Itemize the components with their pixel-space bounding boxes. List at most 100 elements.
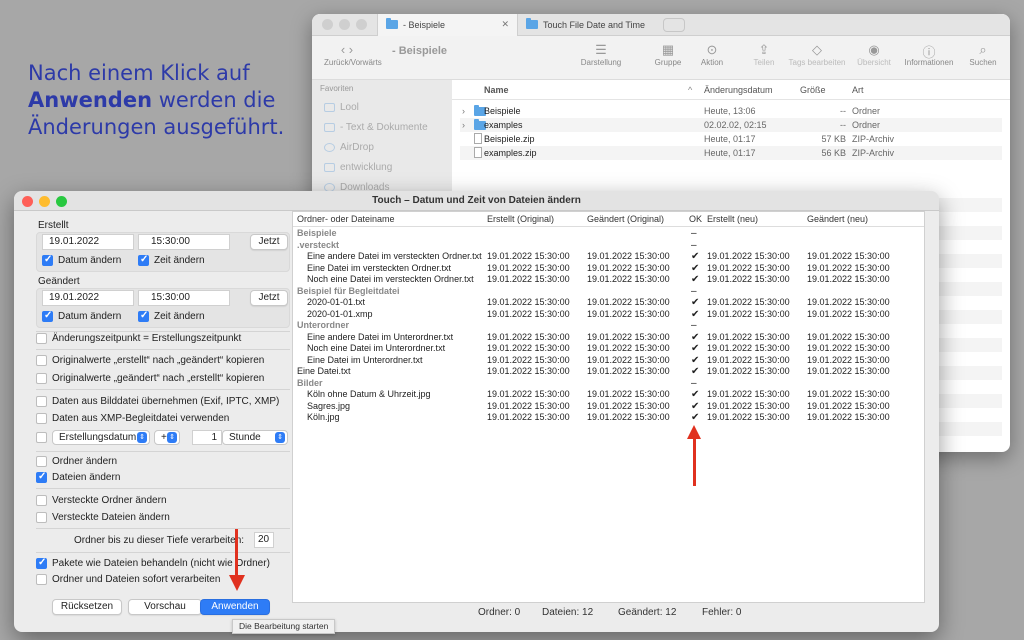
cell-modified-new: 19.01.2022 15:30:00 (807, 354, 890, 365)
share-button[interactable]: ⇪ Teilen (746, 42, 782, 67)
table-group-row[interactable]: .versteckt – (293, 240, 924, 252)
column-date[interactable]: Änderungsdatum (704, 85, 773, 95)
created-time-checkbox[interactable]: Zeit ändern (138, 254, 205, 266)
tab-beispiele[interactable]: - Beispiele ✕ (377, 14, 517, 36)
folders-checkbox[interactable]: Ordner ändern (36, 456, 117, 467)
offset-unit-popup[interactable]: Stunde ⇕ (222, 430, 288, 445)
cell-created-new: 19.01.2022 15:30:00 (707, 400, 790, 411)
table-row[interactable]: 2020-01-01.xmp 19.01.2022 15:30:00 19.01.2… (293, 309, 924, 321)
table-row[interactable]: Eine andere Datei im Unterordner.txt 19.0… (293, 332, 924, 344)
info-button[interactable]: ⓘ Informationen (900, 42, 958, 67)
file-date: 02.02.02, 02:15 (704, 120, 767, 130)
zoom-button[interactable] (356, 19, 367, 30)
created-date-checkbox[interactable]: Datum ändern (42, 254, 121, 266)
copy-created-checkbox[interactable]: Originalwerte „erstellt“ nach „geändert“… (36, 355, 264, 366)
close-tab-icon[interactable]: ✕ (501, 19, 509, 30)
disclosure-chevron-icon[interactable]: › (462, 120, 465, 130)
immediate-checkbox[interactable]: Ordner und Dateien sofort verarbeiten (36, 574, 220, 585)
table-group-row[interactable]: Unterordner – (293, 320, 924, 332)
modified-time-checkbox[interactable]: Zeit ändern (138, 310, 205, 322)
modified-date-field[interactable]: 19.01.2022 (42, 290, 134, 306)
sidebar-item-documents[interactable]: - Text & Dokumente (320, 117, 444, 137)
checkbox-label: Daten aus XMP-Begleitdatei verwenden (52, 413, 230, 424)
table-row[interactable]: Köln.jpg 19.01.2022 15:30:00 19.01.2022 15… (293, 412, 924, 424)
column-ok[interactable]: OK (689, 214, 702, 224)
table-row[interactable]: Noch eine Datei im versteckten Ordner.tx… (293, 274, 924, 286)
disclosure-chevron-icon[interactable]: › (462, 106, 465, 116)
table-row[interactable]: Eine Datei.txt 19.01.2022 15:30:00 19.01.2… (293, 366, 924, 378)
sidebar-item-local[interactable]: Lool (320, 97, 444, 117)
tab-label: - Beispiele (403, 19, 446, 30)
action-button[interactable]: ⊙ Aktion (694, 42, 730, 67)
table-group-row[interactable]: Beispiel für Begleitdatei – (293, 286, 924, 298)
offset-value-field[interactable]: 1 (192, 430, 222, 445)
column-modified-new[interactable]: Geändert (neu) (807, 214, 868, 224)
column-modified-original[interactable]: Geändert (Original) (587, 214, 664, 224)
tab-touch[interactable]: Touch File Date and Time (517, 14, 657, 36)
table-row[interactable]: Eine andere Datei im versteckten Ordner.… (293, 251, 924, 263)
files-checkbox[interactable]: Dateien ändern (36, 471, 120, 483)
column-created-new[interactable]: Erstellt (neu) (707, 214, 758, 224)
column-created-original[interactable]: Erstellt (Original) (487, 214, 554, 224)
exif-checkbox[interactable]: Daten aus Bilddatei übernehmen (Exif, IP… (36, 396, 279, 407)
modified-now-button[interactable]: Jetzt (250, 290, 288, 306)
column-size[interactable]: Größe (800, 85, 826, 95)
apply-button[interactable]: Anwenden (200, 599, 270, 615)
table-row[interactable]: Eine Datei im versteckten Ordner.txt 19.0… (293, 263, 924, 275)
headline-bold: Anwenden (28, 88, 153, 112)
created-time-field[interactable]: 15:30:00 (138, 234, 230, 250)
checkbox-icon (36, 456, 47, 467)
created-now-button[interactable]: Jetzt (250, 234, 288, 250)
sidebar-item-entwicklung[interactable]: entwicklung (320, 157, 444, 177)
offset-checkbox[interactable] (36, 432, 47, 443)
mod-eq-created-checkbox[interactable]: Änderungszeitpunkt = Erstellungszeitpunk… (36, 333, 241, 344)
minimize-button[interactable] (39, 196, 50, 207)
created-date-field[interactable]: 19.01.2022 (42, 234, 134, 250)
xmp-checkbox[interactable]: Daten aus XMP-Begleitdatei verwenden (36, 413, 229, 424)
zoom-button[interactable] (56, 196, 67, 207)
minimize-button[interactable] (339, 19, 350, 30)
table-group-row[interactable]: Beispiele – (293, 228, 924, 240)
offset-sign-popup[interactable]: + ⇕ (154, 430, 180, 445)
finder-row[interactable]: › examples 02.02.02, 02:15 -- Ordner (460, 118, 1002, 132)
close-button[interactable] (322, 19, 333, 30)
finder-tabbar: - Beispiele ✕ Touch File Date and Time (312, 14, 1010, 36)
modified-date-checkbox[interactable]: Datum ändern (42, 310, 121, 322)
reset-button[interactable]: Rücksetzen (52, 599, 122, 615)
column-name[interactable]: Name (484, 85, 509, 95)
checkbox-icon (36, 557, 47, 569)
hidden-files-checkbox[interactable]: Versteckte Dateien ändern (36, 512, 170, 523)
search-button[interactable]: ⌕ Suchen (962, 42, 1004, 67)
edit-tags-button[interactable]: ◇ Tags bearbeiten (786, 42, 848, 67)
table-group-row[interactable]: Bilder – (293, 378, 924, 390)
updown-chevron-icon: ⇕ (167, 432, 177, 443)
cell-created-original: 19.01.2022 15:30:00 (487, 412, 570, 422)
cell-modified-original: 19.01.2022 15:30:00 (587, 308, 670, 319)
column-kind[interactable]: Art (852, 85, 864, 95)
table-row[interactable]: Eine Datei im Unterordner.txt 19.01.2022 … (293, 355, 924, 367)
table-row[interactable]: 2020-01-01.txt 19.01.2022 15:30:00 19.01.2… (293, 297, 924, 309)
quicklook-button[interactable]: ◉ Übersicht (850, 42, 898, 67)
view-button[interactable]: ☰ Darstellung (578, 42, 624, 67)
table-row[interactable]: Noch eine Datei im Unterordner.txt 19.01.… (293, 343, 924, 355)
close-button[interactable] (22, 196, 33, 207)
depth-field[interactable]: 20 (254, 532, 274, 548)
preview-button[interactable]: Vorschau (128, 599, 202, 615)
new-tab-button[interactable] (663, 17, 685, 32)
toolbar-label: Suchen (969, 58, 997, 67)
group-button[interactable]: ▦ Gruppe (650, 42, 686, 67)
hidden-folders-checkbox[interactable]: Versteckte Ordner ändern (36, 495, 167, 506)
finder-row[interactable]: Beispiele.zip Heute, 01:17 57 KB ZIP-Archiv (460, 132, 1002, 146)
copy-modified-checkbox[interactable]: Originalwerte „geändert“ nach „erstellt“… (36, 373, 264, 384)
cell-ok: ✔ (691, 297, 700, 308)
finder-row[interactable]: examples.zip Heute, 01:17 56 KB ZIP-Archiv (460, 146, 1002, 160)
sidebar-item-airdrop[interactable]: AirDrop (320, 137, 444, 157)
back-forward-button[interactable]: ‹ › Zurück/Vorwärts (324, 42, 382, 67)
table-row[interactable]: Köln ohne Datum & Uhrzeit.jpg 19.01.2022 … (293, 389, 924, 401)
modified-time-field[interactable]: 15:30:00 (138, 290, 230, 306)
table-row[interactable]: Sagres.jpg 19.01.2022 15:30:00 19.01.2022 … (293, 401, 924, 413)
column-name[interactable]: Ordner- oder Dateiname (297, 214, 395, 224)
cell-created-original: 19.01.2022 15:30:00 (487, 400, 570, 411)
offset-field-popup[interactable]: Erstellungsdatum ⇕ (52, 430, 150, 445)
finder-row[interactable]: › Beispiele Heute, 13:06 -- Ordner (460, 104, 1002, 118)
